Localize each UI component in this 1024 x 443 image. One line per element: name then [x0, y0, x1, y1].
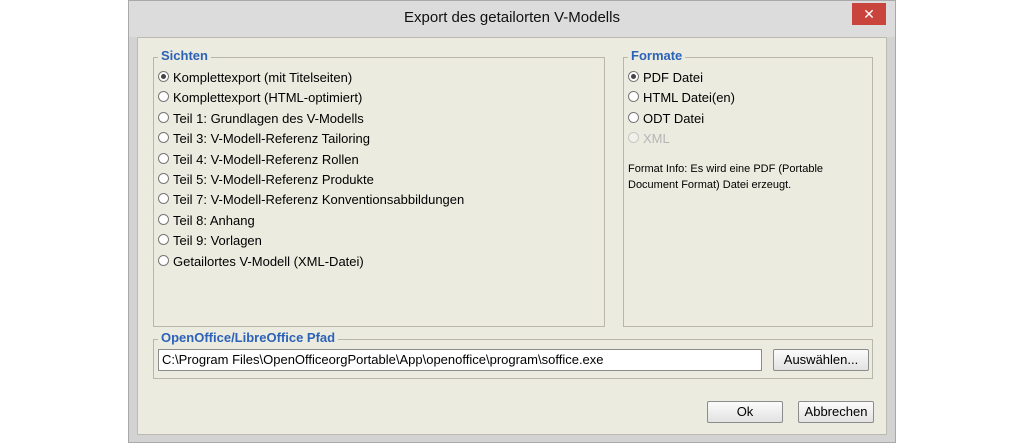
sichten-option-getailortes-v-modell-xml-datei[interactable]: Getailortes V-Modell (XML-Datei) [158, 251, 364, 270]
formate-legend: Formate [628, 48, 686, 64]
radio-label: Teil 7: V-Modell-Referenz Konventionsabb… [173, 192, 465, 208]
formate-group: Formate PDF Datei HTML Datei(en) ODT Datei… [623, 48, 873, 327]
radio-label: ODT Datei [643, 110, 705, 126]
sichten-option-komplettexport-html-optimiert[interactable]: Komplettexport (HTML-optimiert) [158, 87, 362, 106]
format-option-odt-datei[interactable]: ODT Datei [628, 108, 704, 127]
format-option-pdf-datei[interactable]: PDF Datei [628, 67, 703, 86]
radio-label: Teil 4: V-Modell-Referenz Rollen [173, 151, 359, 167]
format-option-xml: XML [628, 128, 670, 147]
radio-button[interactable] [158, 234, 169, 246]
sichten-option-teil-1-grundlagen-des-v-modells[interactable]: Teil 1: Grundlagen des V-Modells [158, 108, 364, 127]
radio-button[interactable] [628, 111, 639, 123]
radio-label: Komplettexport (mit Titelseiten) [173, 70, 353, 86]
radio-label: HTML Datei(en) [643, 90, 735, 106]
radio-label: Teil 1: Grundlagen des V-Modells [173, 110, 364, 126]
cancel-button[interactable]: Abbrechen [798, 401, 874, 423]
close-button[interactable]: ✕ [852, 3, 886, 25]
radio-label: Komplettexport (HTML-optimiert) [173, 90, 363, 106]
format-option-html-datei-en[interactable]: HTML Datei(en) [628, 87, 735, 106]
dialog-title: Export des getailorten V-Modells [404, 9, 620, 26]
title-bar: Export des getailorten V-Modells ✕ [129, 1, 895, 37]
office-path-input[interactable]: C:\Program Files\OpenOfficeorgPortable\A… [158, 349, 762, 371]
sichten-option-teil-9-vorlagen[interactable]: Teil 9: Vorlagen [158, 230, 262, 249]
radio-button[interactable] [158, 132, 169, 144]
ok-button[interactable]: Ok [707, 401, 783, 423]
radio-button[interactable] [158, 213, 169, 225]
sichten-option-teil-4-v-modell-referenz-rollen[interactable]: Teil 4: V-Modell-Referenz Rollen [158, 149, 359, 168]
radio-button[interactable] [628, 91, 639, 103]
office-path-legend: OpenOffice/LibreOffice Pfad [158, 330, 339, 346]
sichten-group: Sichten Komplettexport (mit Titelseiten)… [153, 48, 605, 327]
sichten-option-komplettexport-mit-titelseiten[interactable]: Komplettexport (mit Titelseiten) [158, 67, 352, 86]
radio-button[interactable] [158, 254, 169, 266]
radio-label: Teil 8: Anhang [173, 212, 255, 228]
radio-label: XML [643, 131, 670, 147]
sichten-option-teil-8-anhang[interactable]: Teil 8: Anhang [158, 210, 255, 229]
browse-button[interactable]: Auswählen... [773, 349, 869, 371]
radio-label: PDF Datei [643, 70, 703, 86]
sichten-option-teil-3-v-modell-referenz-tailoring[interactable]: Teil 3: V-Modell-Referenz Tailoring [158, 128, 370, 147]
radio-label: Teil 9: Vorlagen [173, 233, 262, 249]
office-path-group: OpenOffice/LibreOffice Pfad C:\Program F… [153, 330, 873, 379]
radio-button[interactable] [158, 173, 169, 185]
sichten-option-teil-5-v-modell-referenz-produkte[interactable]: Teil 5: V-Modell-Referenz Produkte [158, 169, 374, 188]
dialog-content: Sichten Komplettexport (mit Titelseiten)… [137, 37, 887, 435]
radio-button[interactable] [158, 111, 169, 123]
sichten-legend: Sichten [158, 48, 211, 64]
radio-button[interactable] [158, 193, 169, 205]
radio-button[interactable] [158, 152, 169, 164]
radio-label: Teil 5: V-Modell-Referenz Produkte [173, 172, 374, 188]
format-info-text: Format Info: Es wird eine PDF (Portable … [628, 163, 824, 191]
close-icon: ✕ [863, 6, 875, 22]
radio-button [628, 132, 639, 144]
radio-button[interactable] [158, 71, 169, 83]
export-dialog: Export des getailorten V-Modells ✕ Sicht… [128, 0, 896, 443]
radio-label: Teil 3: V-Modell-Referenz Tailoring [173, 131, 371, 147]
radio-button[interactable] [158, 91, 169, 103]
radio-label: Getailortes V-Modell (XML-Datei) [173, 253, 364, 269]
radio-button[interactable] [628, 71, 639, 83]
sichten-option-teil-7-v-modell-referenz-konventionsabbildungen[interactable]: Teil 7: V-Modell-Referenz Konventionsabb… [158, 189, 464, 208]
